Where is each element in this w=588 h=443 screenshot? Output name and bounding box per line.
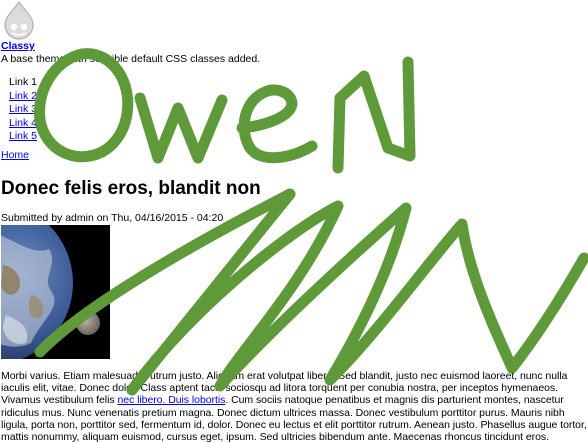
menu-item-link-5[interactable]: Link 5 <box>9 130 37 144</box>
submitted-by: Submitted by admin on Thu, 04/16/2015 - … <box>1 212 224 224</box>
menu-item-link-1: Link 1 <box>9 76 37 90</box>
article-image <box>1 225 110 359</box>
earth-image <box>1 225 110 359</box>
main-menu: Link 1 Link 2 Link 3 Link 4 Link 5 <box>9 76 37 144</box>
site-logo-drop-icon[interactable] <box>2 0 36 40</box>
article-body-link[interactable]: nec libero. Duis lobortis <box>117 394 225 406</box>
page-title: Donec felis eros, blandit non <box>1 178 261 199</box>
menu-item-link-4[interactable]: Link 4 <box>9 117 37 131</box>
menu-item-link[interactable]: Link 2 <box>9 90 37 102</box>
article-body: Morbi varius. Etiam malesuada rutrum jus… <box>1 370 587 443</box>
site-slogan: A base theme with sensible default CSS c… <box>1 53 261 65</box>
menu-item-link-2[interactable]: Link 2 <box>9 90 37 104</box>
breadcrumb-home-link[interactable]: Home <box>1 149 29 161</box>
menu-item-link[interactable]: Link 4 <box>9 117 37 129</box>
menu-item-label: Link 1 <box>9 76 38 88</box>
menu-item-link-3[interactable]: Link 3 <box>9 103 37 117</box>
site-name-link[interactable]: Classy <box>1 40 35 52</box>
menu-item-link[interactable]: Link 5 <box>9 130 37 142</box>
menu-item-link[interactable]: Link 3 <box>9 103 37 115</box>
